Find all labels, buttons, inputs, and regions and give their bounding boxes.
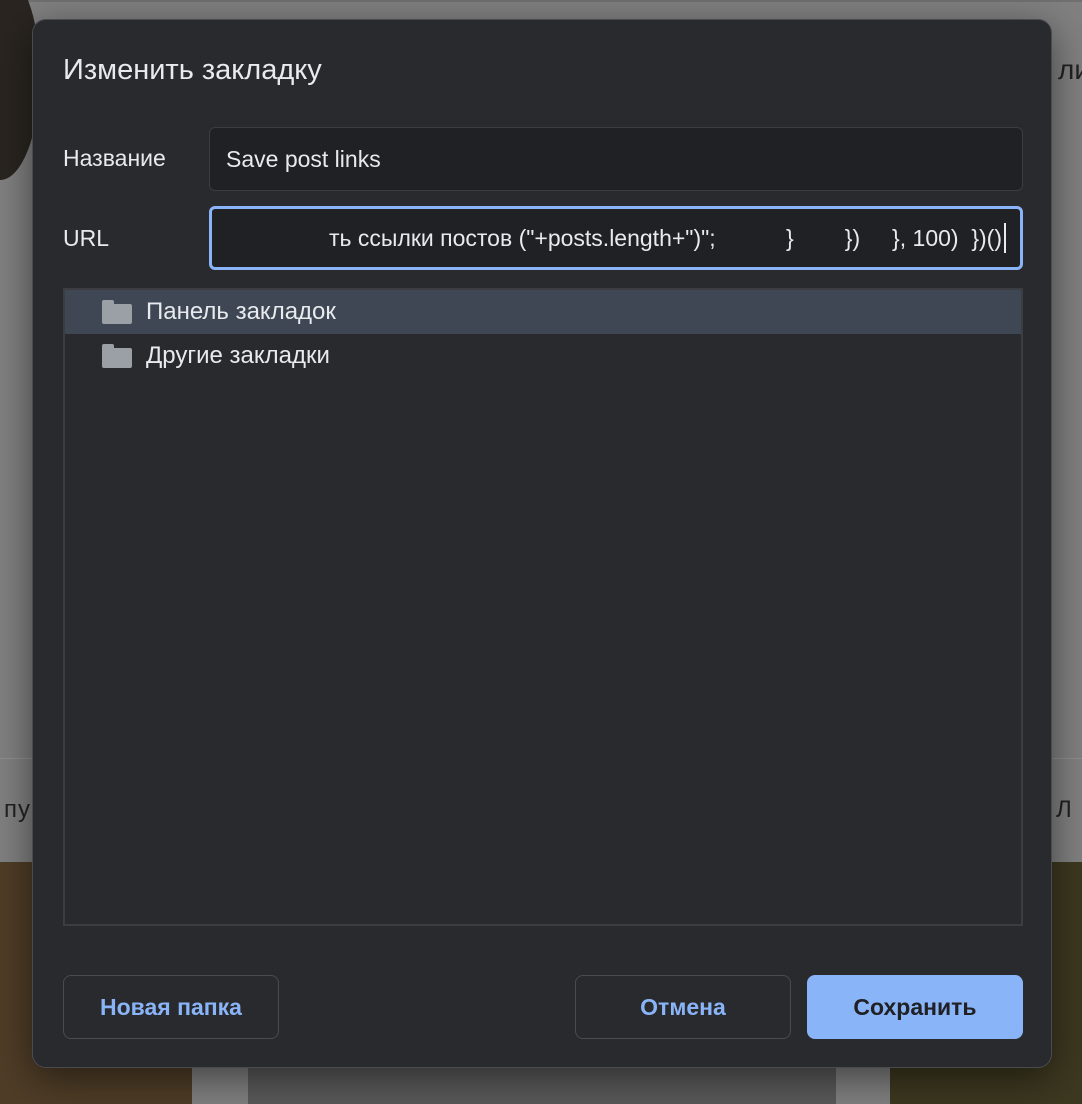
name-label: Название [63, 145, 166, 171]
folder-item-label: Панель закладок [146, 298, 336, 325]
background-text-left: пу [4, 796, 31, 823]
url-input-value: ть ссылки постов ("+posts.length+")"; } … [329, 224, 1002, 251]
save-button[interactable]: Сохранить [807, 975, 1023, 1039]
folder-icon [102, 344, 132, 368]
text-caret [1004, 223, 1006, 253]
folder-tree[interactable]: Панель закладок Другие закладки [63, 288, 1023, 926]
dialog-title: Изменить закладку [63, 54, 322, 86]
folder-icon [102, 300, 132, 324]
background-text-right: Л [1056, 796, 1072, 823]
folder-item-label: Другие закладки [146, 342, 330, 369]
folder-item-other-bookmarks[interactable]: Другие закладки [65, 334, 1021, 378]
name-input-value: Save post links [226, 145, 381, 172]
name-input[interactable]: Save post links [209, 127, 1023, 191]
folder-item-bookmarks-bar[interactable]: Панель закладок [65, 290, 1021, 334]
edit-bookmark-dialog: Изменить закладку Название Save post lin… [32, 19, 1052, 1068]
background-text-top-right: ли [1058, 54, 1082, 85]
background-top-line [0, 0, 1082, 2]
new-folder-button[interactable]: Новая папка [63, 975, 279, 1039]
url-input[interactable]: ть ссылки постов ("+posts.length+")"; } … [209, 206, 1023, 270]
cancel-button[interactable]: Отмена [575, 975, 791, 1039]
url-label: URL [63, 225, 110, 251]
